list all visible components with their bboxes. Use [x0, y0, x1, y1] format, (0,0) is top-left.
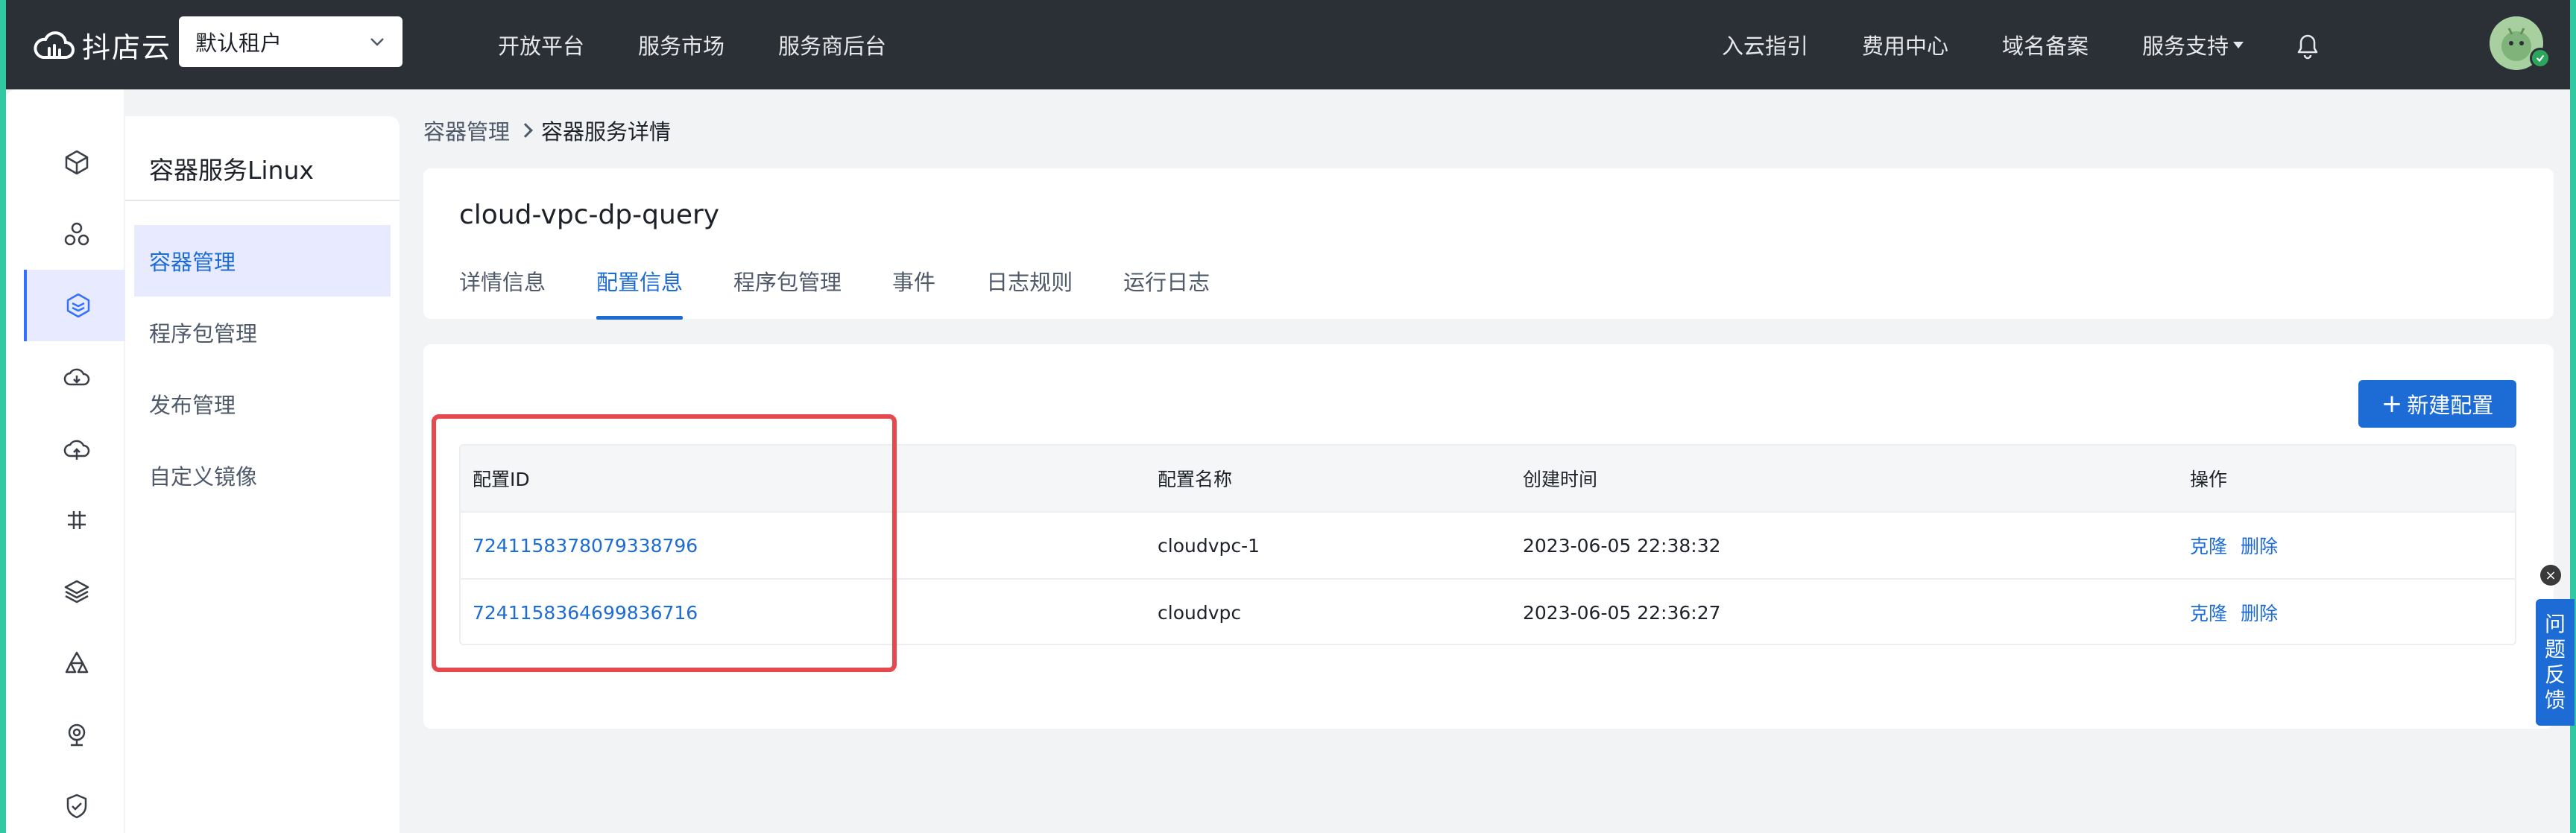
cluster-icon — [65, 651, 89, 674]
brand-name: 抖店云 — [82, 31, 172, 64]
bell-icon[interactable] — [2291, 28, 2324, 61]
nav-open-platform[interactable]: 开放平台 — [498, 29, 584, 60]
caret-down-icon — [2233, 41, 2244, 48]
nav-service-support-label: 服务支持 — [2142, 34, 2229, 59]
rail-item-layers[interactable] — [24, 556, 130, 627]
chevron-down-icon — [370, 38, 384, 46]
rail-item-container[interactable] — [24, 270, 130, 341]
new-config-button[interactable]: + 新建配置 — [2358, 380, 2516, 428]
tenant-select-value: 默认租户 — [195, 31, 282, 56]
row-actions: 克隆 删除 — [2190, 580, 2291, 644]
chevron-right-icon — [518, 123, 533, 138]
icon-rail — [6, 89, 130, 833]
detail-tabs: 详情信息 配置信息 程序包管理 事件 日志规则 运行日志 — [459, 265, 1260, 320]
clone-button[interactable]: 克隆 — [2190, 599, 2227, 626]
tab-packages[interactable]: 程序包管理 — [733, 265, 842, 319]
rail-item-camera[interactable] — [24, 699, 130, 770]
top-bar: 抖店云 默认租户 开放平台 服务市场 服务商后台 入云指引 费用中心 域名备案 … — [0, 0, 2576, 89]
cloud-download-icon — [63, 368, 90, 386]
column-header-created-time: 创建时间 — [1523, 469, 1598, 490]
tab-config[interactable]: 配置信息 — [596, 265, 684, 320]
feedback-button[interactable]: 问 题 反 馈 — [2536, 599, 2575, 726]
page-title: cloud-vpc-dp-query — [459, 200, 720, 230]
verified-badge-icon — [2530, 48, 2551, 69]
delete-button[interactable]: 删除 — [2241, 532, 2278, 559]
detail-header-card: cloud-vpc-dp-query 详情信息 配置信息 程序包管理 事件 日志… — [423, 168, 2554, 320]
delete-button[interactable]: 删除 — [2241, 599, 2278, 626]
rail-item-network[interactable] — [24, 484, 130, 556]
column-header-config-name: 配置名称 — [1158, 469, 1233, 490]
config-name: cloudvpc-1 — [1158, 534, 1260, 557]
sidebar-item-package-management[interactable]: 程序包管理 — [134, 297, 391, 368]
sidebar-item-container-management[interactable]: 容器管理 — [134, 225, 391, 297]
top-nav-left: 开放平台 服务市场 服务商后台 — [498, 0, 940, 89]
sidebar-title: 容器服务Linux — [149, 156, 314, 185]
created-time: 2023-06-05 22:38:32 — [1523, 534, 1721, 557]
nav-domain-filing[interactable]: 域名备案 — [2002, 29, 2089, 60]
nav-billing-center[interactable]: 费用中心 — [1862, 29, 1948, 60]
cloud-upload-icon — [63, 440, 90, 460]
shield-icon — [66, 794, 87, 819]
clone-button[interactable]: 克隆 — [2190, 532, 2227, 559]
row-actions: 克隆 删除 — [2190, 513, 2291, 578]
secondary-sidebar: 容器服务Linux 容器管理 程序包管理 发布管理 自定义镜像 — [125, 116, 400, 833]
feedback-char: 反 — [2544, 662, 2566, 687]
rail-item-cloud-download[interactable] — [24, 341, 130, 413]
tab-events[interactable]: 事件 — [892, 265, 935, 319]
breadcrumb: 容器管理 容器服务详情 — [423, 115, 671, 146]
tenant-select[interactable]: 默认租户 — [179, 16, 402, 67]
rail-item-molecule[interactable] — [24, 198, 130, 270]
rail-item-cluster[interactable] — [24, 627, 130, 699]
sidebar-divider — [125, 200, 400, 201]
feedback-close-icon[interactable]: × — [2540, 565, 2561, 586]
annotation-highlight-box — [432, 414, 897, 672]
tab-details[interactable]: 详情信息 — [459, 265, 546, 319]
plus-icon: + — [2381, 389, 2403, 419]
brand-logo[interactable]: 抖店云 — [33, 21, 171, 69]
tab-runtime-logs[interactable]: 运行日志 — [1123, 265, 1210, 319]
nav-service-support[interactable]: 服务支持 — [2142, 29, 2244, 60]
feedback-char: 馈 — [2544, 688, 2566, 712]
new-config-button-label: 新建配置 — [2407, 393, 2494, 418]
top-nav-right: 入云指引 费用中心 域名备案 服务支持 — [1722, 0, 2297, 89]
layers-icon — [64, 580, 89, 604]
feedback-char: 题 — [2544, 637, 2566, 662]
config-name: cloudvpc — [1158, 601, 1242, 624]
nav-service-market[interactable]: 服务市场 — [638, 29, 724, 60]
feedback-char: 问 — [2544, 612, 2566, 636]
tab-log-rules[interactable]: 日志规则 — [986, 265, 1073, 319]
rail-item-cube[interactable] — [24, 127, 130, 198]
network-icon — [68, 511, 86, 529]
column-header-actions: 操作 — [2190, 469, 2228, 490]
sidebar-item-custom-image[interactable]: 自定义镜像 — [134, 440, 391, 511]
created-time: 2023-06-05 22:36:27 — [1523, 601, 1721, 624]
nav-provider-console[interactable]: 服务商后台 — [778, 29, 886, 60]
cube-icon — [65, 150, 89, 175]
rail-item-shield[interactable] — [24, 770, 130, 833]
breadcrumb-parent[interactable]: 容器管理 — [423, 115, 510, 146]
sidebar-item-release-management[interactable]: 发布管理 — [134, 368, 391, 440]
breadcrumb-current: 容器服务详情 — [541, 119, 672, 145]
molecule-icon — [64, 222, 89, 246]
cloud-logo-icon — [34, 31, 75, 59]
container-icon — [66, 293, 90, 318]
rail-item-cloud-upload[interactable] — [24, 413, 130, 484]
camera-icon — [68, 723, 86, 747]
nav-onboarding-guide[interactable]: 入云指引 — [1722, 29, 1808, 60]
